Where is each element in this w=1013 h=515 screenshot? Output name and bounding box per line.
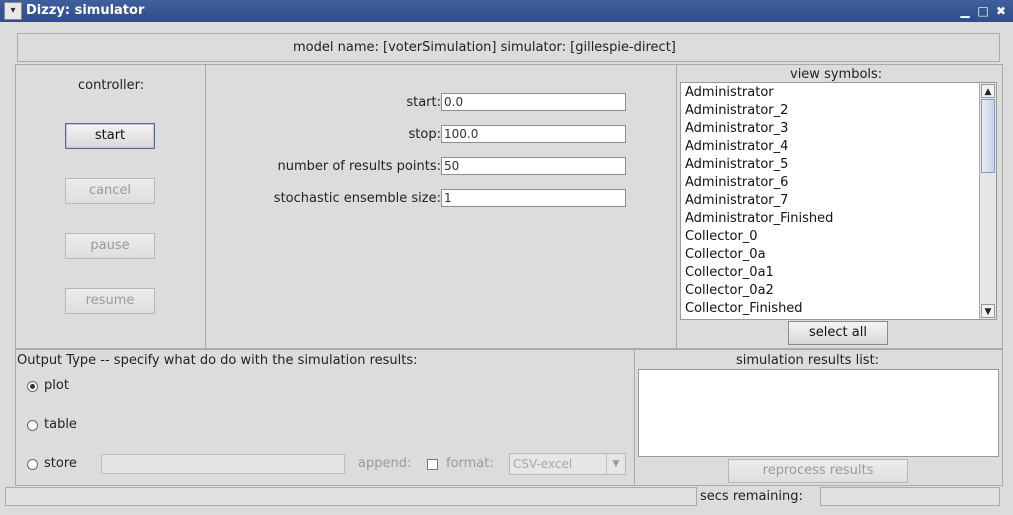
view-symbols-label: view symbols:: [790, 67, 883, 82]
model-info-bar: model name: [voterSimulation] simulator:…: [17, 33, 1000, 62]
store-radio[interactable]: [27, 459, 38, 470]
title-bar: ▾ Dizzy: simulator ▁ □ ✖: [0, 0, 1013, 22]
scroll-thumb[interactable]: [981, 99, 995, 173]
scroll-down-icon[interactable]: ▼: [981, 304, 995, 318]
pause-button[interactable]: pause: [65, 233, 155, 259]
cancel-button[interactable]: cancel: [65, 178, 155, 204]
list-item[interactable]: Administrator_5: [685, 157, 788, 172]
model-info-text: model name: [voterSimulation] simulator:…: [293, 40, 676, 55]
list-item[interactable]: Collector_0a: [685, 247, 766, 262]
close-icon[interactable]: ✖: [994, 4, 1008, 18]
scroll-up-icon[interactable]: ▲: [981, 84, 995, 98]
list-item[interactable]: Administrator_Finished: [685, 211, 833, 226]
output-type-panel: Output Type -- specify what do do with t…: [15, 349, 635, 486]
format-label: format:: [446, 456, 494, 471]
window-title: Dizzy: simulator: [26, 3, 145, 18]
list-item[interactable]: Collector_0a2: [685, 283, 774, 298]
plot-radio[interactable]: [27, 381, 38, 392]
parameters-panel: start: 0.0 stop: 100.0 number of results…: [205, 64, 677, 349]
append-checkbox[interactable]: [427, 459, 438, 470]
symbols-scrollbar[interactable]: ▲ ▼: [979, 83, 996, 319]
results-points-label: number of results points:: [277, 159, 441, 174]
list-item[interactable]: Administrator_7: [685, 193, 788, 208]
table-label[interactable]: table: [44, 417, 77, 432]
select-all-button[interactable]: select all: [788, 321, 888, 345]
plot-label[interactable]: plot: [44, 378, 69, 393]
symbols-list[interactable]: Administrator Administrator_2 Administra…: [680, 82, 997, 320]
table-radio[interactable]: [27, 420, 38, 431]
window-menu-icon[interactable]: ▾: [4, 2, 22, 20]
list-item[interactable]: Collector_0: [685, 229, 758, 244]
secs-remaining-value: [820, 487, 1000, 506]
resume-button[interactable]: resume: [65, 288, 155, 314]
list-item[interactable]: Administrator: [685, 85, 774, 100]
controller-panel: controller: start cancel pause resume: [15, 64, 206, 349]
controller-label: controller:: [78, 78, 145, 93]
results-points-field[interactable]: 50: [441, 157, 626, 175]
progress-bar: [5, 487, 697, 506]
start-button[interactable]: start: [65, 123, 155, 149]
start-time-label: start:: [406, 95, 441, 110]
list-item[interactable]: Administrator_6: [685, 175, 788, 190]
store-label[interactable]: store: [44, 456, 77, 471]
format-select-value: CSV-excel: [513, 457, 573, 471]
secs-remaining-label: secs remaining:: [700, 489, 803, 504]
reprocess-results-button[interactable]: reprocess results: [728, 459, 908, 483]
output-type-label: Output Type -- specify what do do with t…: [17, 353, 418, 368]
list-item[interactable]: Administrator_4: [685, 139, 788, 154]
minimize-icon[interactable]: ▁: [958, 4, 972, 18]
results-list[interactable]: [638, 369, 999, 457]
results-panel: simulation results list: reprocess resul…: [634, 349, 1003, 486]
chevron-down-icon[interactable]: ▼: [606, 454, 625, 474]
list-item[interactable]: Administrator_2: [685, 103, 788, 118]
start-time-field[interactable]: 0.0: [441, 93, 626, 111]
stop-time-field[interactable]: 100.0: [441, 125, 626, 143]
append-label: append:: [358, 456, 412, 471]
maximize-icon[interactable]: □: [976, 4, 990, 18]
view-symbols-panel: view symbols: Administrator Administrato…: [676, 64, 1003, 349]
list-item[interactable]: Administrator_3: [685, 121, 788, 136]
ensemble-size-label: stochastic ensemble size:: [273, 191, 441, 206]
list-item[interactable]: Collector_0a1: [685, 265, 774, 280]
stop-time-label: stop:: [408, 127, 441, 142]
list-item[interactable]: Collector_Finished: [685, 301, 803, 316]
store-path-field[interactable]: [101, 454, 345, 474]
ensemble-size-field[interactable]: 1: [441, 189, 626, 207]
format-select[interactable]: CSV-excel ▼: [509, 453, 626, 475]
results-list-label: simulation results list:: [736, 353, 880, 368]
